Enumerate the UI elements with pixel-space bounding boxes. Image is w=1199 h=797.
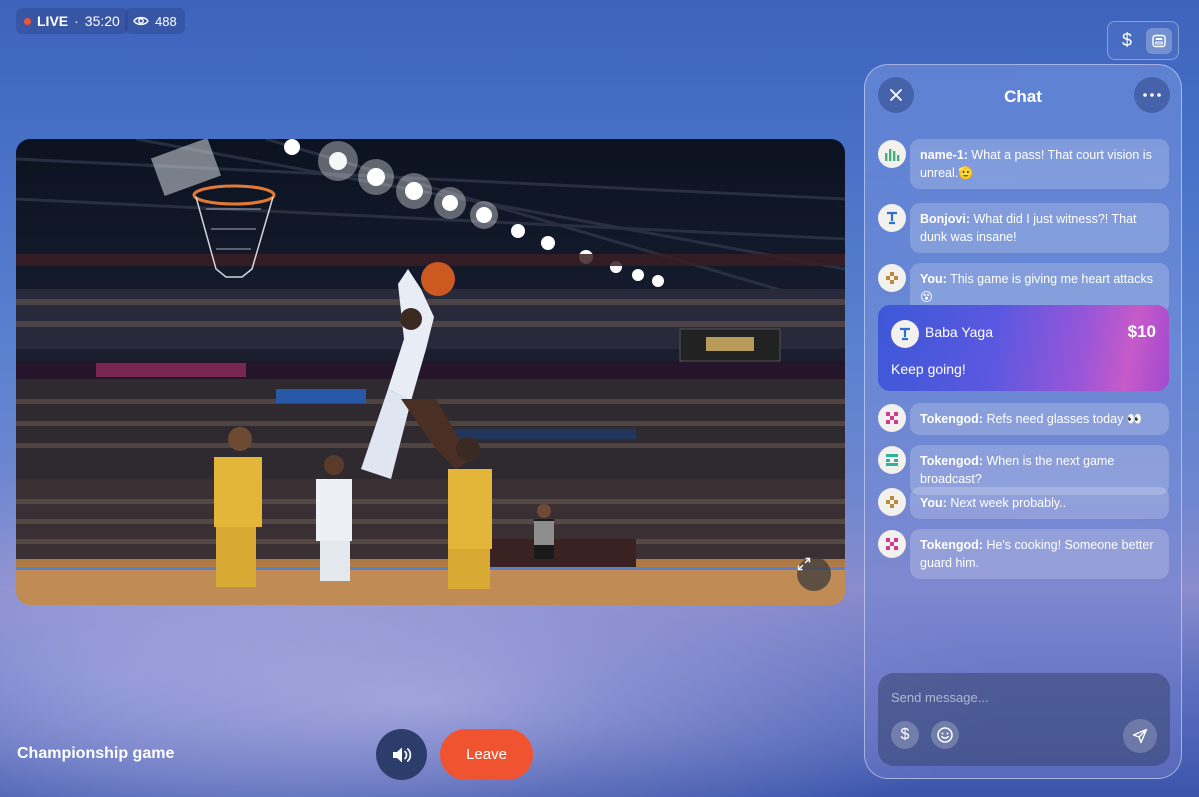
basketball-scene [16, 139, 845, 605]
volume-button[interactable] [376, 729, 427, 780]
pink-avatar [878, 404, 906, 432]
eye-icon [133, 16, 149, 26]
send-tip-button[interactable]: $ [891, 721, 919, 749]
message-text: Next week probably.. [950, 496, 1067, 510]
more-horizontal-icon [1143, 93, 1161, 97]
message-author: Tokengod: [920, 538, 983, 552]
chat-message: Tokengod: He's cooking! Someone better g… [878, 529, 1169, 579]
message-author: name-1: [920, 148, 968, 162]
message-author: Bonjovi: [920, 212, 970, 226]
message-bubble: name-1: What a pass! That court vision i… [910, 139, 1169, 189]
green-avatar [878, 446, 906, 474]
send-button[interactable] [1123, 719, 1157, 753]
message-author: Tokengod: [920, 412, 983, 426]
tip-amount: $10 [1127, 322, 1156, 341]
t-avatar [878, 204, 906, 232]
chat-panel: Chat name-1: What a pass! That court vis… [864, 64, 1182, 779]
mode-toggle[interactable]: $ [1107, 21, 1179, 60]
message-text: This game is giving me heart attacks 😵 [920, 272, 1153, 304]
game-title: Championship game [17, 745, 175, 762]
message-composer: $ [878, 673, 1170, 766]
live-separator: · [74, 13, 79, 29]
message-input[interactable] [891, 687, 1151, 707]
smiley-icon [937, 727, 953, 743]
live-dot-icon [24, 17, 31, 25]
dollar-icon: $ [900, 726, 910, 743]
expand-icon [797, 557, 811, 571]
tip-card: Baba Yaga $10 Keep going! [878, 305, 1169, 391]
chat-message: name-1: What a pass! That court vision i… [878, 139, 1169, 189]
dots-avatar [878, 264, 906, 292]
bars-avatar [878, 140, 906, 168]
dollar-icon[interactable]: $ [1118, 30, 1136, 51]
speaker-icon [392, 747, 411, 762]
live-label: LIVE [37, 13, 69, 29]
pink-avatar [878, 530, 906, 558]
message-bubble: Tokengod: Refs need glasses today 👀 [910, 403, 1169, 435]
tip-sender: Baba Yaga [925, 324, 993, 340]
message-author: Tokengod: [920, 454, 983, 468]
elapsed-time: 35:20 [84, 13, 120, 29]
panel-toggle-icon[interactable] [1146, 27, 1172, 54]
video-player[interactable] [16, 139, 845, 605]
chat-message: Bonjovi: What did I just witness?! That … [878, 203, 1169, 253]
send-icon [1132, 728, 1148, 744]
tip-message: Keep going! [891, 361, 966, 377]
dots-avatar [878, 488, 906, 516]
message-author: You: [920, 272, 947, 286]
viewer-count: 488 [155, 13, 177, 29]
live-badge: LIVE · 35:20 [16, 8, 128, 34]
message-bubble: Bonjovi: What did I just witness?! That … [910, 203, 1169, 253]
fullscreen-button[interactable] [797, 557, 831, 591]
message-text: Refs need glasses today 👀 [986, 412, 1143, 426]
message-bubble: You: Next week probably.. [910, 487, 1169, 519]
message-bubble: Tokengod: He's cooking! Someone better g… [910, 529, 1169, 579]
chat-options-button[interactable] [1134, 77, 1170, 113]
message-author: You: [920, 496, 947, 510]
t-avatar [891, 320, 919, 348]
viewer-count-badge: 488 [125, 8, 185, 34]
emoji-button[interactable] [931, 721, 959, 749]
chat-message: Tokengod: Refs need glasses today 👀 [878, 403, 1169, 435]
leave-button[interactable]: Leave [440, 729, 533, 780]
chat-message: You: Next week probably.. [878, 487, 1169, 519]
